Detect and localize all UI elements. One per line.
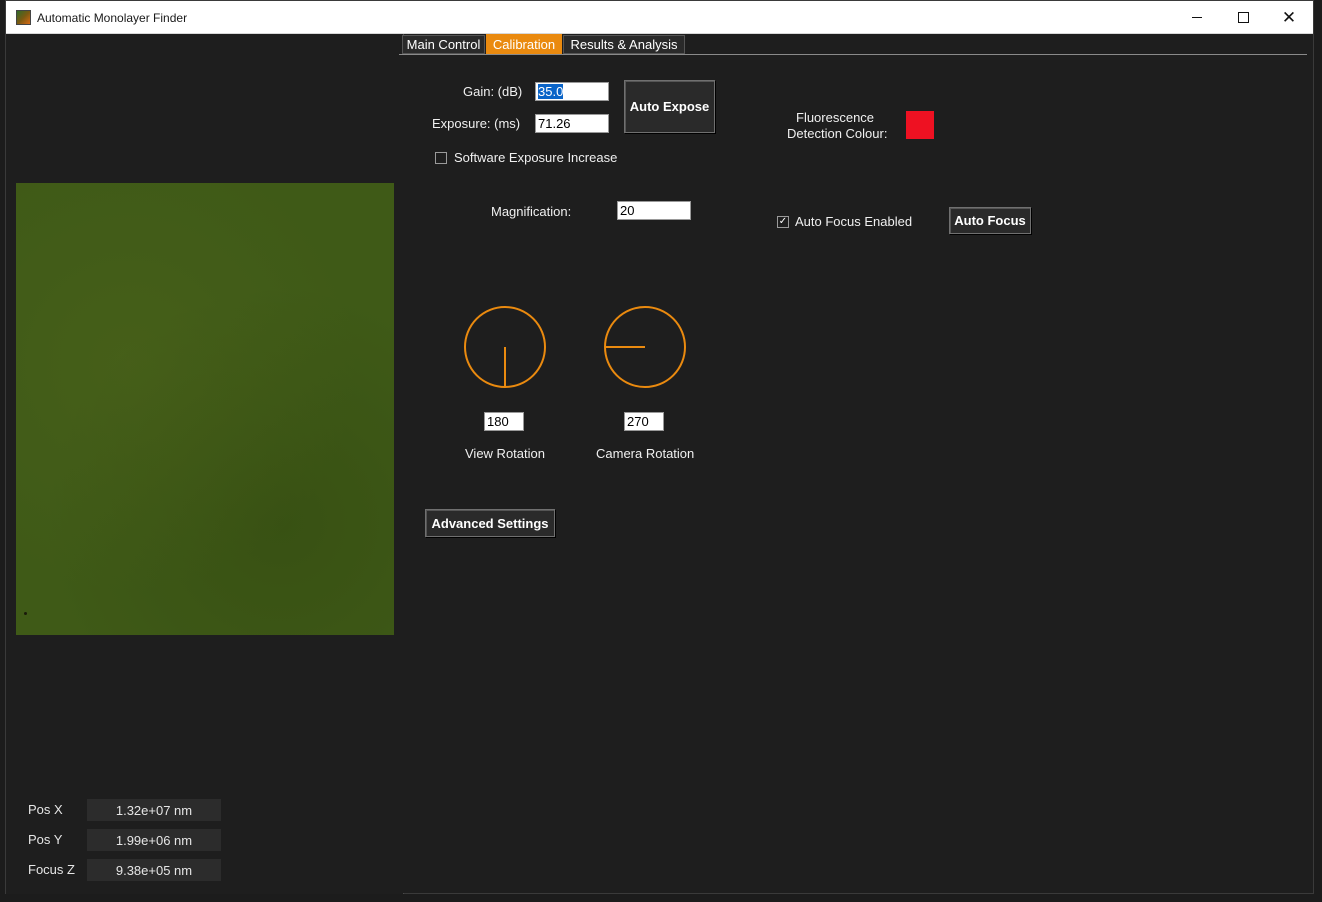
close-icon: ✕ bbox=[1281, 8, 1297, 27]
calibration-panel: Gain: (dB) 35.0 Exposure: (ms) 71.26 Aut… bbox=[399, 55, 1307, 893]
view-rotation-input[interactable]: 180 bbox=[484, 412, 524, 431]
maximize-button[interactable] bbox=[1220, 1, 1266, 34]
auto-focus-enabled-checkbox[interactable]: ✓ bbox=[777, 216, 789, 228]
minimize-button[interactable] bbox=[1174, 1, 1220, 34]
view-rotation-dial[interactable] bbox=[463, 305, 547, 389]
auto-focus-button[interactable]: Auto Focus bbox=[949, 207, 1031, 234]
magnification-label: Magnification: bbox=[491, 204, 572, 219]
tab-calibration[interactable]: Calibration bbox=[486, 34, 562, 54]
fluorescence-colour-swatch[interactable] bbox=[906, 111, 934, 139]
gain-label: Gain: (dB) bbox=[463, 84, 523, 99]
pos-y-label: Pos Y bbox=[28, 832, 63, 847]
fluorescence-label-line1: Fluorescence bbox=[796, 110, 875, 125]
auto-expose-button[interactable]: Auto Expose bbox=[624, 80, 715, 133]
software-exposure-label: Software Exposure Increase bbox=[454, 150, 618, 165]
close-button[interactable]: ✕ bbox=[1266, 1, 1312, 34]
minimize-icon bbox=[1192, 17, 1202, 18]
left-pane: Pos X 1.32e+07 nm Pos Y 1.99e+06 nm Focu… bbox=[6, 34, 404, 894]
view-rotation-value: 180 bbox=[487, 414, 509, 429]
camera-rotation-value: 270 bbox=[627, 414, 649, 429]
camera-rotation-input[interactable]: 270 bbox=[624, 412, 664, 431]
app-icon bbox=[16, 10, 31, 25]
gain-input[interactable]: 35.0 bbox=[535, 82, 609, 101]
magnification-input[interactable]: 20 bbox=[617, 201, 691, 220]
maximize-icon bbox=[1237, 12, 1249, 23]
camera-speck bbox=[24, 612, 27, 615]
pos-x-label: Pos X bbox=[28, 802, 63, 817]
focus-z-label: Focus Z bbox=[28, 862, 75, 877]
tab-main-control[interactable]: Main Control bbox=[402, 35, 485, 54]
focus-z-value: 9.38e+05 nm bbox=[87, 859, 221, 881]
pos-x-value: 1.32e+07 nm bbox=[87, 799, 221, 821]
camera-rotation-dial[interactable] bbox=[603, 305, 687, 389]
window-title: Automatic Monolayer Finder bbox=[37, 11, 188, 25]
tab-results-analysis[interactable]: Results & Analysis bbox=[563, 35, 685, 54]
advanced-settings-button[interactable]: Advanced Settings bbox=[425, 509, 555, 537]
view-rotation-label: View Rotation bbox=[465, 446, 545, 461]
fluorescence-label-line2: Detection Colour: bbox=[787, 126, 888, 141]
exposure-input[interactable]: 71.26 bbox=[535, 114, 609, 133]
gain-value: 35.0 bbox=[538, 84, 564, 99]
auto-focus-enabled-label: Auto Focus Enabled bbox=[795, 214, 913, 229]
pos-y-value: 1.99e+06 nm bbox=[87, 829, 221, 851]
checkmark-icon: ✓ bbox=[778, 216, 788, 227]
title-bar: Automatic Monolayer Finder ✕ bbox=[6, 1, 1313, 34]
camera-view[interactable] bbox=[16, 183, 394, 635]
magnification-value: 20 bbox=[620, 203, 635, 218]
exposure-label: Exposure: (ms) bbox=[432, 116, 521, 131]
exposure-value: 71.26 bbox=[538, 116, 571, 131]
software-exposure-checkbox[interactable] bbox=[435, 152, 447, 164]
camera-rotation-label: Camera Rotation bbox=[596, 446, 695, 461]
